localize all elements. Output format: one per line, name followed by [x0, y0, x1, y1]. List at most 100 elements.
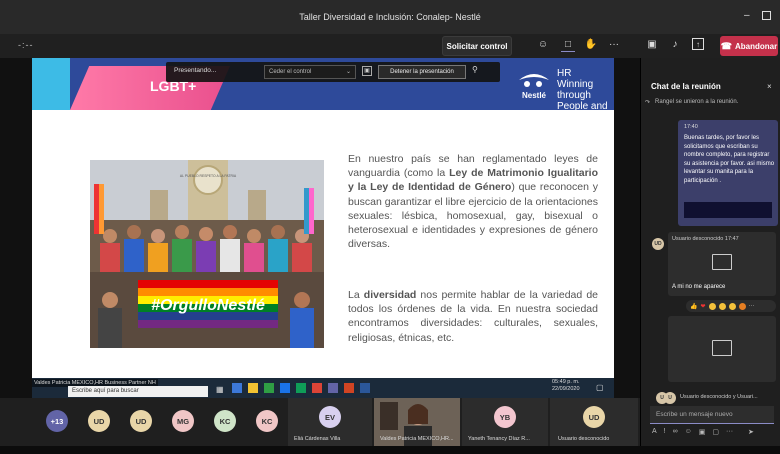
- message-image-thumbnail[interactable]: [684, 202, 772, 218]
- request-control-button[interactable]: Solicitar control: [442, 36, 512, 56]
- leave-button[interactable]: ☎ Abandonar: [720, 36, 778, 56]
- priority-icon[interactable]: !: [664, 428, 666, 440]
- message-meta: Usuario desconocido 17:47: [672, 236, 739, 242]
- more-reactions-icon[interactable]: ···: [749, 303, 755, 309]
- participant-name: Usuario desconocido: [558, 436, 610, 442]
- emoji-icon[interactable]: ☺: [685, 428, 692, 440]
- window-title: Taller Diversidad e Inclusión: Conalep- …: [299, 12, 481, 22]
- brand-line1: Winning through: [557, 79, 594, 101]
- presenter-taskbar: Valdes Patricia MEXICO,HR Business Partn…: [32, 378, 614, 398]
- app-icon-sheets: [296, 383, 306, 393]
- chevron-down-icon: ⌄: [345, 69, 351, 75]
- app-icon-word: [360, 383, 370, 393]
- more-compose-icon[interactable]: ···: [726, 428, 733, 440]
- laugh-reaction-icon[interactable]: [708, 302, 716, 310]
- phone-icon: ☎: [720, 40, 732, 51]
- join-icon: ↷: [645, 100, 651, 106]
- p2-diversity: diversidad: [363, 289, 417, 301]
- maximize-icon[interactable]: [762, 11, 771, 20]
- give-control-select[interactable]: Ceder el control ⌄: [264, 65, 356, 79]
- app-icon-edge: [232, 383, 242, 393]
- monument-inscription: AL PUEBLO RESPETO A LA PATRIA: [180, 174, 237, 178]
- participant-avatar: EV: [319, 406, 341, 428]
- more-options-icon[interactable]: ···: [607, 38, 621, 52]
- participant-tile[interactable]: UD Usuario desconocido: [550, 398, 638, 446]
- participant-avatar[interactable]: KC: [256, 410, 278, 432]
- participant-avatar[interactable]: MG: [172, 410, 194, 432]
- raise-hand-icon[interactable]: ✋: [584, 38, 598, 52]
- pride-photo: AL PUEBLO RESPETO A LA PATRIA #OrgulloNe…: [90, 160, 324, 348]
- broken-image-icon: [712, 340, 732, 356]
- app-icon-teams: [328, 383, 338, 393]
- chat-avatar: U: [664, 392, 676, 404]
- broken-image-icon: [712, 254, 732, 270]
- leave-label: Abandonar: [734, 41, 778, 51]
- message-text: A mi no me aparece: [672, 284, 726, 290]
- like-reaction-icon[interactable]: 👍: [690, 303, 697, 310]
- nestle-brand-name: Nestlé: [522, 91, 547, 100]
- brand-hr: HR: [557, 68, 572, 79]
- attach-icon[interactable]: ∞: [673, 428, 678, 440]
- presenter-bar: Presentando... Ceder el control ⌄ ▣ Dete…: [166, 62, 500, 82]
- participant-avatar: YB: [494, 406, 516, 428]
- format-icon[interactable]: A: [652, 428, 657, 440]
- taskbar-app-icons: [232, 383, 472, 395]
- participant-tile[interactable]: EV Eliá Cárdenas Villa: [288, 398, 372, 446]
- header-accent: [32, 58, 70, 110]
- task-view-icon: ▦: [216, 385, 224, 394]
- participant-name: Yaneth Tenancy Díaz R...: [468, 436, 530, 442]
- notifications-icon: ▢: [596, 383, 604, 392]
- chat-header: Chat de la reunión: [651, 82, 721, 91]
- chat-compose-input[interactable]: Escribe un mensaje nuevo: [650, 406, 774, 424]
- photo-banner-text: #OrgulloNestlé: [151, 297, 265, 314]
- heart-reaction-icon[interactable]: ❤: [700, 303, 705, 310]
- app-icon-excel: [264, 383, 274, 393]
- more-participants-avatar[interactable]: +13: [46, 410, 68, 432]
- app-icon-outlook: [280, 383, 290, 393]
- presenter-search-box: Escribe aquí para buscar: [68, 386, 208, 397]
- chat-image-message: [668, 316, 776, 382]
- reactions-bar: 👍 ❤ ···: [686, 300, 776, 312]
- angry-reaction-icon[interactable]: [738, 302, 746, 310]
- participant-avatar[interactable]: UD: [130, 410, 152, 432]
- mic-off-icon[interactable]: ♪: [668, 38, 682, 52]
- participant-name: Eliá Cárdenas Villa: [294, 436, 341, 442]
- meeting-toolbar: -:-- Solicitar control ☺ □ ✋ ··· ▣ ♪ ↑ ☎…: [0, 34, 780, 58]
- message-meta: Usuario desconocido y Usuari...: [680, 394, 758, 400]
- app-icon-powerpoint: [344, 383, 354, 393]
- close-icon[interactable]: ×: [767, 82, 772, 91]
- participant-tile[interactable]: YB Yaneth Tenancy Díaz R...: [462, 398, 548, 446]
- gif-icon[interactable]: ▣: [699, 428, 706, 440]
- brand-tagline: HR Winning through People and Teams: [557, 68, 614, 110]
- share-icon[interactable]: ↑: [692, 38, 704, 50]
- participant-strip: +13 UD UD MG KC KC EV Eliá Cárdenas Vill…: [0, 398, 640, 446]
- message-time: 17:40: [684, 124, 698, 130]
- slide-paragraph-2: La diversidad nos permite hablar de la v…: [348, 288, 598, 345]
- windows-taskbar: [0, 446, 780, 454]
- presenter-clock: 05:49 p. m. 22/09/2020: [552, 379, 580, 393]
- send-icon[interactable]: ➤: [748, 428, 754, 440]
- p2-intro: La: [348, 289, 364, 301]
- sad-reaction-icon[interactable]: [728, 302, 736, 310]
- pin-icon[interactable]: ⚲: [472, 65, 478, 74]
- message-body: Buenas tardes, por favor les solicitamos…: [684, 135, 775, 184]
- minimize-icon[interactable]: –: [744, 10, 750, 21]
- presenter-date: 22/09/2020: [552, 386, 580, 392]
- chat-message: Usuario desconocido 17:47 A mi no me apa…: [668, 232, 776, 296]
- presenter-pin-icon[interactable]: ▣: [362, 66, 372, 76]
- nestle-logo-icon: Nestlé: [519, 74, 549, 100]
- sticker-icon[interactable]: ▢: [712, 428, 719, 440]
- participants-icon[interactable]: ☺: [536, 38, 550, 52]
- participant-avatar[interactable]: KC: [214, 410, 236, 432]
- camera-off-icon[interactable]: ▣: [645, 38, 659, 52]
- chat-avatar: UD: [652, 238, 664, 250]
- participant-avatar[interactable]: UD: [88, 410, 110, 432]
- system-message: Rangel se unieron a la reunión.: [655, 99, 739, 105]
- participant-avatar: UD: [583, 406, 605, 428]
- surprised-reaction-icon[interactable]: [718, 302, 726, 310]
- stop-presenting-button[interactable]: Detener la presentación: [378, 65, 466, 79]
- chat-icon[interactable]: □: [561, 38, 575, 52]
- title-bar: Taller Diversidad e Inclusión: Conalep- …: [0, 0, 780, 34]
- participant-video-tile[interactable]: Valdes Patricia MEXICO,HR...: [374, 398, 460, 446]
- app-icon-chrome: [312, 383, 322, 393]
